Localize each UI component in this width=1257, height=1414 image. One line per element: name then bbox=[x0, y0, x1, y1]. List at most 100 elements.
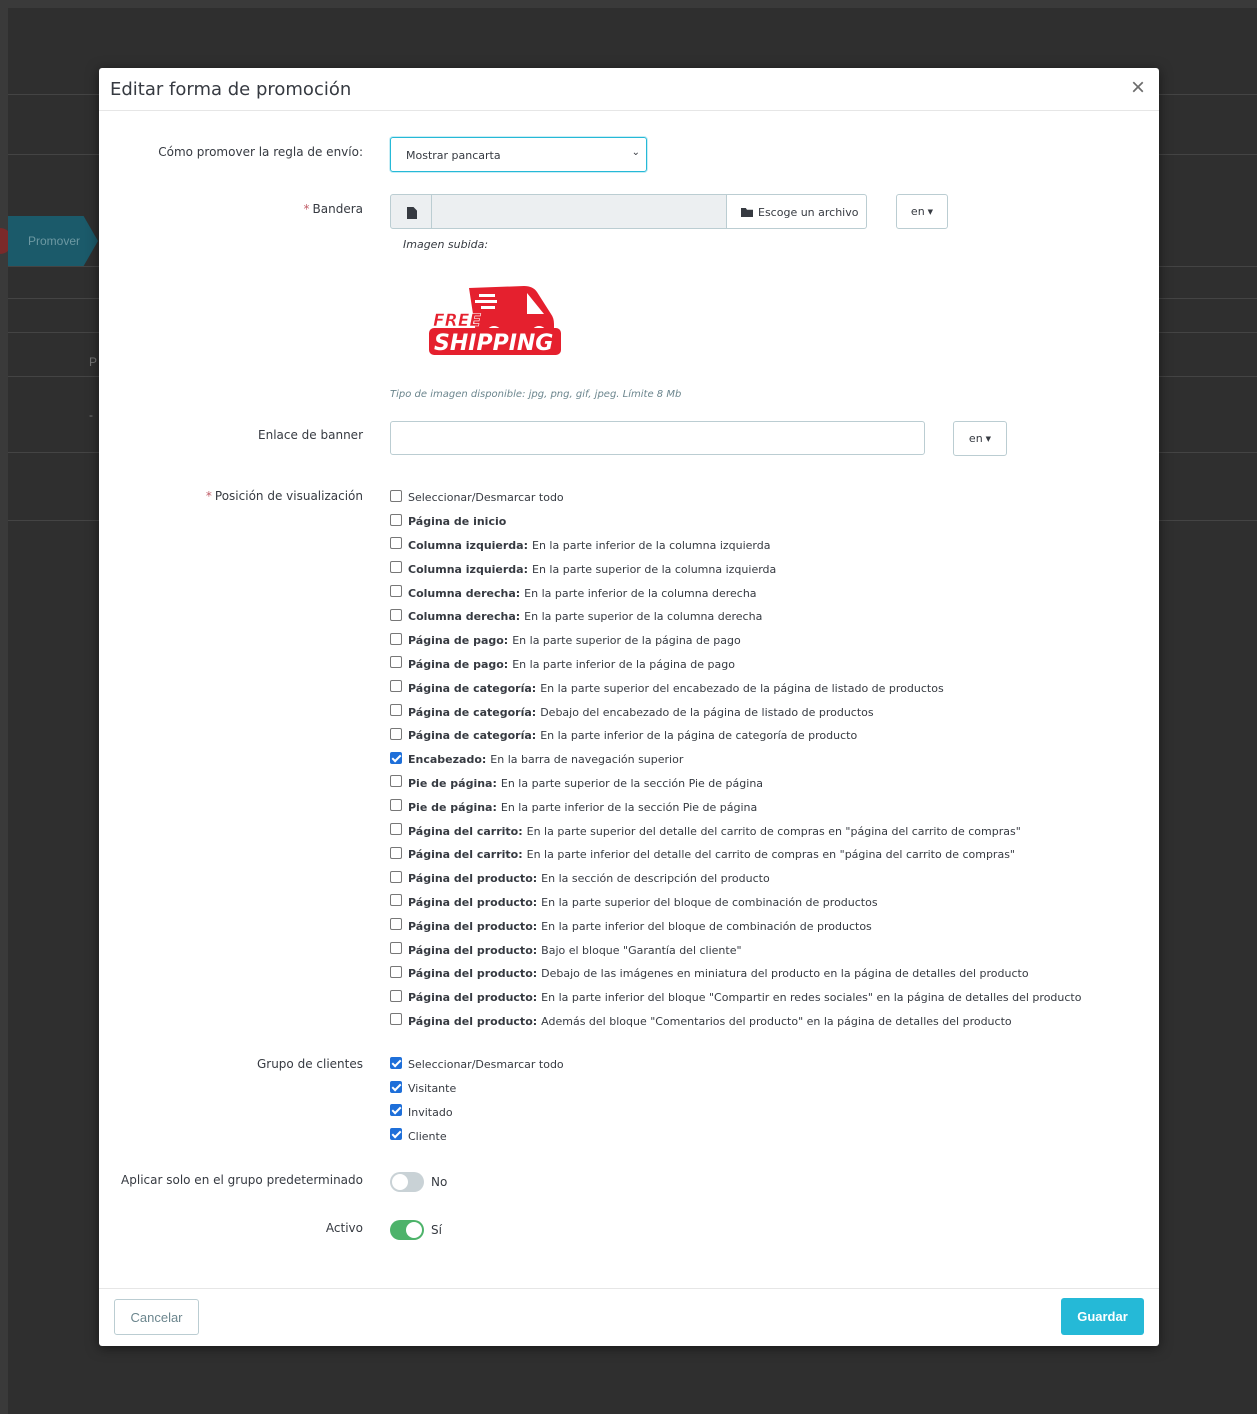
display-position-option-title: Columna izquierda: bbox=[408, 538, 529, 552]
display-position-option[interactable]: Seleccionar/Desmarcar todo bbox=[390, 486, 1081, 510]
checkbox[interactable] bbox=[390, 751, 402, 764]
checkbox[interactable] bbox=[390, 704, 402, 717]
checkbox[interactable] bbox=[390, 1013, 402, 1026]
customer-group-label: Grupo de clientes bbox=[256, 1057, 363, 1071]
checkbox[interactable] bbox=[390, 775, 402, 788]
checkbox[interactable] bbox=[390, 489, 402, 502]
background-fragment: - bbox=[89, 408, 93, 422]
checkbox[interactable] bbox=[390, 1080, 402, 1093]
display-position-option[interactable]: Columna derecha: En la parte inferior de … bbox=[390, 581, 1081, 605]
display-position-option[interactable]: Página del carrito: En la parte inferior … bbox=[390, 843, 1081, 867]
display-position-option-text: Debajo de las imágenes en miniatura del … bbox=[541, 967, 1029, 981]
choose-file-button-label: Escoge un archivo bbox=[758, 206, 859, 219]
display-position-option-title: Pie de página: bbox=[408, 800, 497, 814]
banner-language-dropdown[interactable]: en ▼ bbox=[896, 194, 948, 229]
modal-header: Editar forma de promoción × bbox=[99, 68, 1159, 111]
customer-group-option[interactable]: Invitado bbox=[390, 1101, 564, 1125]
save-button[interactable]: Guardar bbox=[1061, 1298, 1144, 1335]
checkbox[interactable] bbox=[390, 513, 402, 526]
display-position-option-title: Página del producto: bbox=[408, 967, 538, 981]
display-position-option-title: Página del carrito: bbox=[408, 824, 523, 838]
default-group-label: Aplicar solo en el grupo predeterminado bbox=[121, 1173, 363, 1187]
checkbox[interactable] bbox=[390, 846, 402, 859]
display-position-option[interactable]: Pie de página: En la parte superior de la… bbox=[390, 772, 1081, 796]
customer-group-option[interactable]: Seleccionar/Desmarcar todo bbox=[390, 1053, 564, 1077]
display-position-option[interactable]: Página del producto: En la sección de des… bbox=[390, 867, 1081, 891]
checkbox[interactable] bbox=[390, 965, 402, 978]
checkbox[interactable] bbox=[390, 823, 402, 836]
display-position-option[interactable]: Página del producto: Bajo el bloque "Gara… bbox=[390, 938, 1081, 962]
checkbox[interactable] bbox=[390, 1128, 402, 1141]
active-toggle[interactable] bbox=[390, 1220, 424, 1240]
display-position-option[interactable]: Página de pago: En la parte inferior de l… bbox=[390, 653, 1081, 677]
display-position-option-text: En la parte inferior de la columna derec… bbox=[524, 586, 757, 600]
customer-group-option-text: Cliente bbox=[408, 1129, 447, 1143]
display-position-option[interactable]: Columna izquierda: En la parte superior d… bbox=[390, 557, 1081, 581]
display-position-option[interactable]: Página del producto: En la parte inferior… bbox=[390, 914, 1081, 938]
display-position-option-title: Página del carrito: bbox=[408, 848, 523, 862]
display-position-option[interactable]: Página del producto: Además del bloque "C… bbox=[390, 1010, 1081, 1034]
checkbox[interactable] bbox=[390, 656, 402, 669]
display-position-option[interactable]: Pie de página: En la parte inferior de la… bbox=[390, 795, 1081, 819]
customer-group-option[interactable]: Cliente bbox=[390, 1124, 564, 1148]
checkbox[interactable] bbox=[390, 727, 402, 740]
display-position-option[interactable]: Página del producto: En la parte superior… bbox=[390, 891, 1081, 915]
checkbox[interactable] bbox=[390, 918, 402, 931]
checkbox[interactable] bbox=[390, 894, 402, 907]
checkbox[interactable] bbox=[390, 1104, 402, 1117]
free-shipping-logo: FREE SHIPPING bbox=[429, 286, 561, 356]
customer-group-option-text: Visitante bbox=[408, 1082, 457, 1096]
display-position-option[interactable]: Columna izquierda: En la parte inferior d… bbox=[390, 534, 1081, 558]
display-position-option-title: Página de inicio bbox=[408, 515, 507, 529]
customer-group-option[interactable]: Visitante bbox=[390, 1077, 564, 1101]
checkbox[interactable] bbox=[390, 561, 402, 574]
banner-link-language-dropdown[interactable]: en ▼ bbox=[953, 421, 1007, 456]
display-position-option-text: En la sección de descripción del product… bbox=[541, 872, 770, 886]
choose-file-button[interactable]: Escoge un archivo bbox=[726, 194, 867, 229]
cancel-button[interactable]: Cancelar bbox=[114, 1299, 199, 1335]
checkbox[interactable] bbox=[390, 1056, 402, 1069]
default-group-value: No bbox=[431, 1175, 448, 1189]
display-position-option[interactable]: Página de categoría: En la parte superior… bbox=[390, 676, 1081, 700]
close-icon[interactable]: × bbox=[1131, 74, 1145, 102]
banner-label-text: Bandera bbox=[312, 202, 363, 216]
logo-shipping-text: SHIPPING bbox=[434, 331, 553, 356]
display-position-option[interactable]: Página de pago: En la parte superior de l… bbox=[390, 629, 1081, 653]
display-position-option-title: Página del producto: bbox=[408, 991, 538, 1005]
display-position-option[interactable]: Encabezado: En la barra de navegación sup… bbox=[390, 748, 1081, 772]
checkbox[interactable] bbox=[390, 608, 402, 621]
display-position-option-text: En la parte superior del encabezado de l… bbox=[540, 681, 944, 695]
checkbox[interactable] bbox=[390, 585, 402, 598]
checkbox[interactable] bbox=[390, 537, 402, 550]
display-position-option[interactable]: Columna derecha: En la parte superior de … bbox=[390, 605, 1081, 629]
file-icon bbox=[390, 194, 432, 229]
checkbox[interactable] bbox=[390, 870, 402, 883]
display-position-option-text: En la parte superior de la sección Pie d… bbox=[500, 776, 764, 790]
checkbox[interactable] bbox=[390, 942, 402, 955]
checkbox[interactable] bbox=[390, 680, 402, 693]
display-position-option[interactable]: Página de categoría: Debajo del encabezad… bbox=[390, 700, 1081, 724]
display-position-option[interactable]: Página del producto: Debajo de las imágen… bbox=[390, 962, 1081, 986]
display-position-option-title: Página del producto: bbox=[408, 919, 538, 933]
banner-link-input[interactable] bbox=[390, 421, 925, 455]
promote-rule-select[interactable]: Mostrar pancarta ⌄ bbox=[390, 137, 647, 172]
display-position-option-text: En la parte superior de la columna derec… bbox=[524, 610, 763, 624]
banner-language-code: en bbox=[910, 205, 925, 218]
edit-promotion-modal: Editar forma de promoción × Cómo promove… bbox=[99, 68, 1159, 1346]
checkbox[interactable] bbox=[390, 632, 402, 645]
checkbox[interactable] bbox=[390, 799, 402, 812]
banner-file-name-field[interactable] bbox=[431, 194, 727, 229]
display-position-option[interactable]: Página de inicio bbox=[390, 510, 1081, 534]
display-position-option[interactable]: Página del carrito: En la parte superior … bbox=[390, 819, 1081, 843]
display-position-option-text: Bajo el bloque "Garantía del cliente" bbox=[541, 943, 742, 957]
checkbox[interactable] bbox=[390, 989, 402, 1002]
default-group-toggle[interactable] bbox=[390, 1172, 424, 1192]
display-position-option-text: En la parte inferior del bloque de combi… bbox=[541, 919, 872, 933]
background-fragment: P bbox=[89, 355, 98, 369]
display-position-option-title: Página de pago: bbox=[408, 634, 509, 648]
customer-group-option-text: Seleccionar/Desmarcar todo bbox=[408, 1058, 564, 1072]
display-position-option-text: Además del bloque "Comentarios del produ… bbox=[541, 1014, 1012, 1028]
display-position-option-text: En la parte inferior de la página de pag… bbox=[512, 657, 735, 671]
display-position-option[interactable]: Página de categoría: En la parte inferior… bbox=[390, 724, 1081, 748]
display-position-option[interactable]: Página del producto: En la parte inferior… bbox=[390, 986, 1081, 1010]
